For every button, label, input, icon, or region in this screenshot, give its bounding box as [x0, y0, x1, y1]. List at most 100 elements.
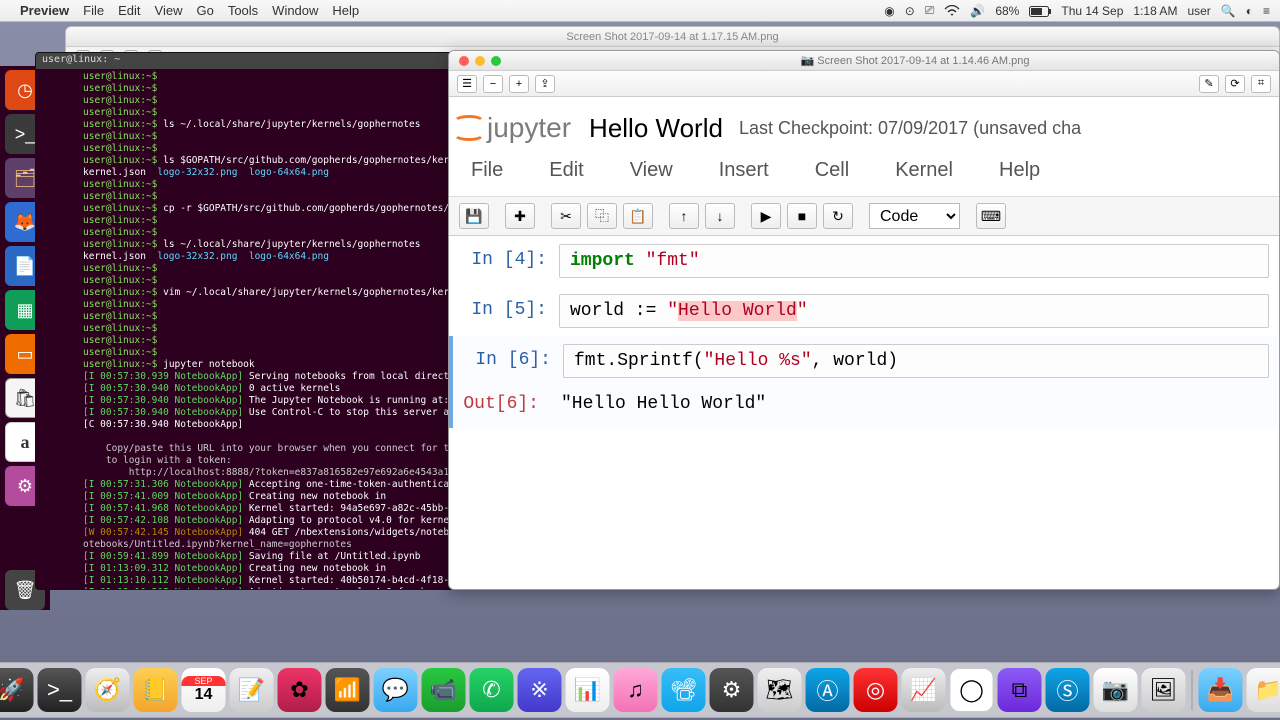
utility-icon[interactable]: ◎ [854, 668, 898, 712]
zoom-in-icon[interactable]: + [509, 75, 529, 93]
appstore-icon[interactable]: Ⓐ [806, 668, 850, 712]
screen-icon[interactable]: ⎚ [925, 3, 935, 18]
jupyter-header: jupyter Hello World Last Checkpoint: 07/… [449, 97, 1279, 149]
date[interactable]: Thu 14 Sep [1061, 4, 1123, 18]
add-cell-icon[interactable]: ✚ [505, 203, 535, 229]
spotlight-icon[interactable]: 🔍 [1221, 4, 1236, 18]
maps-icon[interactable]: 🗺 [758, 668, 802, 712]
cell-prompt: In [5]: [459, 294, 559, 320]
status-icon[interactable]: ⊙ [905, 4, 915, 18]
cell-input[interactable]: import "fmt" [559, 244, 1269, 278]
menu-help[interactable]: Help [332, 3, 359, 18]
volume-icon[interactable]: 🔊 [970, 4, 985, 18]
itunes-icon[interactable]: ♫ [614, 668, 658, 712]
cell-output: "Hello Hello World" [551, 388, 1269, 420]
user[interactable]: user [1187, 4, 1210, 18]
minimize-icon[interactable] [475, 56, 485, 66]
chrome-icon[interactable]: ◯ [950, 668, 994, 712]
cell-input[interactable]: fmt.Sprintf("Hello %s", world) [563, 344, 1269, 378]
launchpad-icon[interactable]: 🚀 [0, 668, 34, 712]
restart-icon[interactable]: ↻ [823, 203, 853, 229]
nb-menu-edit[interactable]: Edit [549, 159, 583, 182]
folder-icon[interactable]: 📁 [1247, 668, 1280, 712]
quicktime-icon[interactable]: 📷 [1094, 668, 1138, 712]
skype-icon[interactable]: Ⓢ [1046, 668, 1090, 712]
wifi-icon[interactable] [944, 4, 960, 18]
reminders-icon[interactable]: 📶 [326, 668, 370, 712]
save-icon[interactable]: 💾 [459, 203, 489, 229]
close-icon[interactable] [459, 56, 469, 66]
vscode-icon[interactable]: ⧉ [998, 668, 1042, 712]
sysprefs-icon[interactable]: ⚙ [710, 668, 754, 712]
notebook-cell[interactable]: In [6]: fmt.Sprintf("Hello %s", world) O… [449, 336, 1279, 428]
notebook-menu: File Edit View Insert Cell Kernel Help [449, 149, 1279, 197]
battery-icon[interactable] [1029, 4, 1051, 18]
battery-percent: 68% [995, 4, 1019, 18]
window-titlebar[interactable]: 📷 Screen Shot 2017-09-14 at 1.14.46 AM.p… [449, 51, 1279, 71]
nb-menu-help[interactable]: Help [999, 159, 1040, 182]
app-name[interactable]: Preview [20, 3, 69, 18]
downloads-icon[interactable]: 📥 [1199, 668, 1243, 712]
notes-icon[interactable]: 📝 [230, 668, 274, 712]
preview-toolbar: ☰ − + ⇪ ✎ ⟳ ⌗ [449, 71, 1279, 97]
nb-menu-insert[interactable]: Insert [719, 159, 769, 182]
command-palette-icon[interactable]: ⌨ [976, 203, 1006, 229]
jupyter-logo-icon[interactable]: jupyter [449, 111, 571, 145]
paste-icon[interactable]: 📋 [623, 203, 653, 229]
notebook-cell[interactable]: In [5]: world := "Hello World" [449, 286, 1279, 336]
crop-icon[interactable]: ⌗ [1251, 75, 1271, 93]
cell-out-prompt: Out[6]: [451, 388, 551, 420]
iterm-icon[interactable]: >_ [38, 668, 82, 712]
notebook-cell[interactable]: In [4]: import "fmt" [449, 236, 1279, 286]
dock-divider [1192, 670, 1193, 710]
nb-menu-file[interactable]: File [471, 159, 503, 182]
menu-edit[interactable]: Edit [118, 3, 140, 18]
terminal-body[interactable]: user@linux:~$ user@linux:~$ user@linux:~… [36, 69, 474, 590]
zoom-out-icon[interactable]: − [483, 75, 503, 93]
notif-icon[interactable]: ≡ [1263, 4, 1270, 18]
safari-icon[interactable]: 🧭 [86, 668, 130, 712]
mac-dock: 🙂 🚀 >_ 🧭 📒 SEP14 📝 ✿ 📶 💬 📹 ✆ ※ 📊 ♫ 📽 ⚙ 🗺… [0, 662, 1280, 718]
share-icon[interactable]: ⇪ [535, 75, 555, 93]
time[interactable]: 1:18 AM [1133, 4, 1177, 18]
menu-file[interactable]: File [83, 3, 104, 18]
menu-window[interactable]: Window [272, 3, 318, 18]
nb-menu-view[interactable]: View [630, 159, 673, 182]
notebook-cells: In [4]: import "fmt" In [5]: world := "H… [449, 236, 1279, 428]
photos-icon[interactable]: ✿ [278, 668, 322, 712]
menu-view[interactable]: View [155, 3, 183, 18]
terminal-window[interactable]: user@linux: ~ user@linux:~$ user@linux:~… [35, 52, 475, 590]
cell-input[interactable]: world := "Hello World" [559, 294, 1269, 328]
cut-icon[interactable]: ✂ [551, 203, 581, 229]
terminal-title: user@linux: ~ [36, 53, 474, 69]
markup-icon[interactable]: ✎ [1199, 75, 1219, 93]
cell-prompt: In [4]: [459, 244, 559, 270]
stop-icon[interactable]: ■ [787, 203, 817, 229]
numbers-icon[interactable]: 📊 [566, 668, 610, 712]
facetime-icon[interactable]: 📹 [422, 668, 466, 712]
copy-icon[interactable]: ⿻ [587, 203, 617, 229]
messages-icon[interactable]: 💬 [374, 668, 418, 712]
activity-icon[interactable]: 📈 [902, 668, 946, 712]
whatsapp-icon[interactable]: ✆ [470, 668, 514, 712]
slack-icon[interactable]: ※ [518, 668, 562, 712]
sidebar-icon[interactable]: ☰ [457, 75, 477, 93]
menu-tools[interactable]: Tools [228, 3, 258, 18]
run-icon[interactable]: ▶ [751, 203, 781, 229]
status-icon[interactable]: ◉ [884, 4, 894, 18]
rotate-icon[interactable]: ⟳ [1225, 75, 1245, 93]
menu-go[interactable]: Go [196, 3, 213, 18]
move-up-icon[interactable]: ↑ [669, 203, 699, 229]
nb-menu-cell[interactable]: Cell [815, 159, 849, 182]
nb-menu-kernel[interactable]: Kernel [895, 159, 953, 182]
contacts-icon[interactable]: 📒 [134, 668, 178, 712]
cell-type-select[interactable]: Code [869, 203, 960, 229]
calendar-icon[interactable]: SEP14 [182, 668, 226, 712]
preview-window: 📷 Screen Shot 2017-09-14 at 1.14.46 AM.p… [448, 50, 1280, 590]
keynote-icon[interactable]: 📽 [662, 668, 706, 712]
siri-icon[interactable]: ◐ [1246, 4, 1253, 18]
notebook-title[interactable]: Hello World [589, 113, 723, 144]
move-down-icon[interactable]: ↓ [705, 203, 735, 229]
preview-icon[interactable]: 🖼 [1142, 668, 1186, 712]
zoom-icon[interactable] [491, 56, 501, 66]
